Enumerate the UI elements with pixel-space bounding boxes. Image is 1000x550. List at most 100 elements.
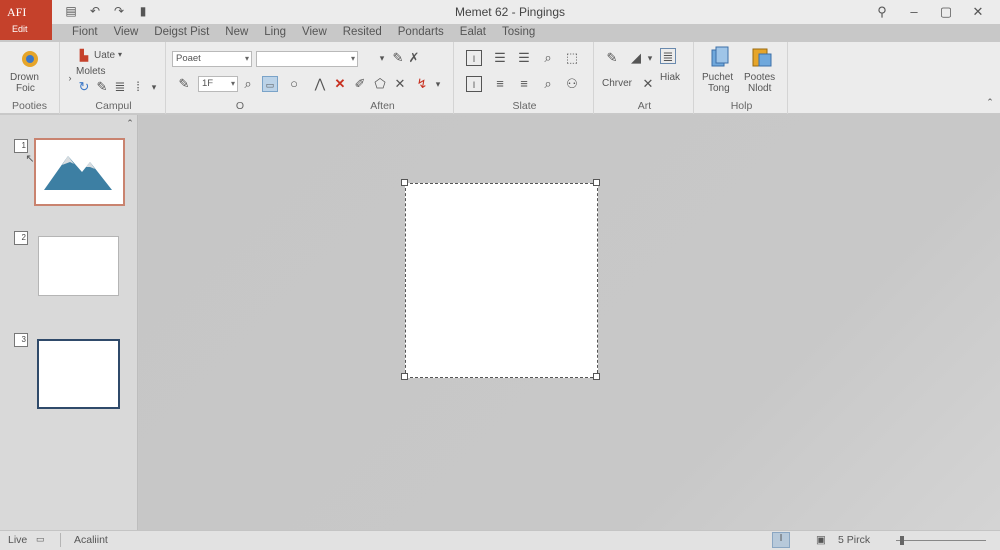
tab-3[interactable]: Deigst Pist bbox=[146, 24, 217, 42]
compul-item1[interactable]: Uate bbox=[94, 50, 115, 61]
panel-options-icon[interactable]: ⌃ bbox=[122, 115, 138, 131]
shape-fill-dropdown-icon[interactable]: ▾ bbox=[642, 50, 658, 66]
select-icon[interactable]: ⬚ bbox=[564, 50, 580, 66]
tab-4[interactable]: New bbox=[217, 24, 256, 42]
slide-thumbnail bbox=[37, 339, 120, 409]
columns-icon[interactable]: ⁞ bbox=[130, 79, 146, 95]
undo-icon[interactable]: ↶ bbox=[88, 4, 102, 18]
column-icon[interactable]: I bbox=[466, 76, 482, 92]
chevron-down-icon: ▾ bbox=[244, 54, 249, 63]
ribbon: Drown Foic Pooties › ▙ Uate ▾ Molets ↻ ✎… bbox=[0, 42, 1000, 114]
columns-dropdown-icon[interactable]: ▾ bbox=[146, 79, 162, 95]
tab-1[interactable]: Fiont bbox=[64, 24, 106, 42]
resize-handle-top-right[interactable] bbox=[593, 179, 600, 186]
find-icon[interactable]: ⌕ bbox=[240, 76, 256, 92]
align-left-icon[interactable]: ☰ bbox=[492, 50, 508, 66]
help-item1-line2: Tong bbox=[708, 83, 730, 94]
help-button-2[interactable]: Pootes Nlodt bbox=[742, 46, 782, 96]
slide-number: 2 bbox=[14, 231, 28, 245]
shape-icon[interactable]: ⬠ bbox=[372, 76, 388, 92]
circle-icon[interactable]: ○ bbox=[286, 76, 302, 92]
document-icon[interactable]: ≣ bbox=[660, 48, 676, 64]
tools-icon[interactable]: ✗ bbox=[406, 50, 422, 66]
status-accessibility[interactable]: Acaliint bbox=[74, 534, 108, 546]
highlight-icon[interactable]: ▭ bbox=[262, 76, 278, 92]
pencil-icon[interactable]: ✎ bbox=[176, 76, 192, 92]
crop-icon[interactable]: ✕ bbox=[640, 76, 656, 92]
quick-access-toolbar: ▤ ↶ ↷ ▮ bbox=[64, 4, 150, 18]
window-title: Memet 62 - Pingings bbox=[454, 5, 566, 19]
group-label-art: Art bbox=[637, 100, 652, 112]
tab-8[interactable]: Pondarts bbox=[390, 24, 452, 42]
tab-7[interactable]: Resited bbox=[335, 24, 390, 42]
user-icon[interactable]: ⚇ bbox=[564, 76, 580, 92]
brush-icon[interactable]: ✎ bbox=[94, 79, 110, 95]
text-box-icon[interactable]: I bbox=[466, 50, 482, 66]
font-size-combo[interactable]: 1F ▾ bbox=[198, 76, 238, 92]
fit-slide-icon[interactable]: ▣ bbox=[816, 534, 826, 546]
app-badge[interactable]: AFI Edit bbox=[0, 0, 52, 40]
resize-handle-bottom-left[interactable] bbox=[401, 373, 408, 380]
collapse-ribbon-icon[interactable]: ⌃ bbox=[982, 94, 998, 110]
mountain-image-icon bbox=[44, 156, 112, 190]
paste-button[interactable]: Drown Foic bbox=[8, 46, 52, 94]
status-bar: Live ▭ Acaliint I ▣ 5 Pirck bbox=[0, 530, 1000, 550]
resize-handle-top-left[interactable] bbox=[401, 179, 408, 186]
refresh-icon[interactable]: ↻ bbox=[76, 79, 92, 95]
resize-handle-bottom-right[interactable] bbox=[593, 373, 600, 380]
compul-dropdown-icon[interactable]: ▾ bbox=[118, 50, 122, 59]
ribbon-group-art: ✎ ◢ ▾ ≣ Chrver ✕ Hiak Art bbox=[596, 42, 694, 114]
tab-6[interactable]: View bbox=[294, 24, 335, 42]
font-size-value: 1F bbox=[202, 78, 214, 89]
help-button-1[interactable]: Puchet Tong bbox=[700, 46, 740, 96]
caret-icon[interactable]: ⋀ bbox=[312, 76, 328, 92]
slide-editing-canvas[interactable] bbox=[139, 115, 1000, 530]
clear-format-icon[interactable]: ✐ bbox=[352, 76, 368, 92]
font-name-combo[interactable]: Poaet ▾ bbox=[172, 51, 252, 67]
link-dropdown-icon[interactable]: ▾ bbox=[430, 76, 446, 92]
compul-item2[interactable]: Molets bbox=[76, 66, 105, 77]
group-label-clipboard: Pooties bbox=[11, 100, 48, 112]
delete-icon[interactable]: ✕ bbox=[332, 76, 348, 92]
group-label-after: Aften bbox=[370, 100, 395, 112]
format-painter-icon[interactable]: ▙ bbox=[76, 48, 92, 64]
list-icon[interactable]: ≣ bbox=[112, 79, 128, 95]
restore-icon[interactable]: ▢ bbox=[930, 2, 962, 22]
minimize-icon[interactable]: – bbox=[898, 2, 930, 22]
distribute-icon[interactable]: ≡ bbox=[516, 76, 532, 92]
edit-icon[interactable]: ✎ bbox=[390, 50, 406, 66]
normal-view-icon[interactable]: I bbox=[772, 532, 790, 548]
zoom-level[interactable]: 5 Pirck bbox=[838, 534, 870, 546]
art-item2[interactable]: Hiak bbox=[660, 72, 680, 83]
art-item1[interactable]: Chrver bbox=[602, 78, 632, 89]
paste-special-icon bbox=[752, 48, 772, 67]
customize-icon[interactable]: ▮ bbox=[136, 4, 150, 18]
zoom-icon[interactable]: ⌕ bbox=[540, 76, 556, 92]
cancel-icon[interactable]: ✕ bbox=[392, 76, 408, 92]
dropdown-icon[interactable]: ▾ bbox=[374, 50, 390, 66]
zoom-slider-thumb[interactable] bbox=[900, 536, 904, 545]
tab-10[interactable]: Tosing bbox=[494, 24, 543, 42]
align-center-icon[interactable]: ☰ bbox=[516, 50, 532, 66]
selected-slide-placeholder[interactable] bbox=[405, 183, 598, 378]
redo-icon[interactable]: ↷ bbox=[112, 4, 126, 18]
save-icon[interactable]: ▤ bbox=[64, 4, 78, 18]
group-label-font: O bbox=[235, 100, 245, 112]
ribbon-group-clipboard: Drown Foic Pooties bbox=[0, 42, 60, 114]
clipboard-copy-icon bbox=[711, 46, 729, 67]
font-name-value: Poaet bbox=[176, 53, 201, 64]
zoom-slider[interactable] bbox=[896, 540, 986, 541]
title-bar: AFI Edit ▤ ↶ ↷ ▮ Memet 62 - Pingings ⚲ –… bbox=[0, 0, 1000, 40]
close-icon[interactable]: ✕ bbox=[962, 2, 994, 22]
ribbon-group-after: ▾ ✎ ✗ ⋀ ✕ ✐ ⬠ ✕ ↯ ▾ Aften bbox=[312, 42, 454, 114]
ribbon-group-font: Poaet ▾ ▾ ✎ 1F ▾ ⌕ ▭ ○ O bbox=[168, 42, 358, 114]
justify-icon[interactable]: ≡ bbox=[492, 76, 508, 92]
tab-2[interactable]: View bbox=[106, 24, 147, 42]
pin-icon[interactable]: ⚲ bbox=[866, 2, 898, 22]
find-replace-icon[interactable]: ⌕ bbox=[540, 50, 556, 66]
slide-number: 3 bbox=[14, 333, 28, 347]
link-icon[interactable]: ↯ bbox=[414, 76, 430, 92]
tab-5[interactable]: Ling bbox=[256, 24, 294, 42]
draw-pencil-icon[interactable]: ✎ bbox=[604, 50, 620, 66]
tab-9[interactable]: Ealat bbox=[452, 24, 494, 42]
